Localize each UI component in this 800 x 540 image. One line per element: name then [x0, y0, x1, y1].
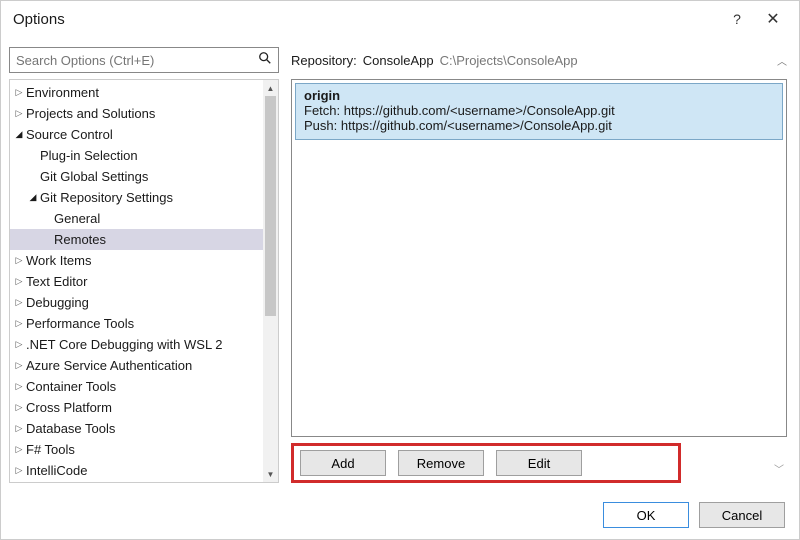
chevron-right-icon: ▷ [14, 397, 24, 418]
chevron-right-icon: ▷ [14, 439, 24, 460]
chevron-up-icon[interactable]: ︿ [777, 53, 787, 68]
scroll-up-icon[interactable]: ▲ [263, 80, 278, 96]
chevron-right-icon: ▷ [14, 82, 24, 103]
options-tree: ▷Environment ▷Projects and Solutions ◢So… [9, 79, 279, 483]
cancel-button[interactable]: Cancel [699, 502, 785, 528]
chevron-right-icon: ▷ [14, 334, 24, 355]
tree-scrollbar[interactable]: ▲ ▼ [263, 80, 278, 482]
remove-button[interactable]: Remove [398, 450, 484, 476]
tree-item-environment[interactable]: ▷Environment [10, 82, 263, 103]
chevron-down-icon: ◢ [28, 187, 38, 208]
tree-item-remotes[interactable]: Remotes [10, 229, 263, 250]
remote-push-url: https://github.com/<username>/ConsoleApp… [341, 118, 612, 133]
tree-item-git-global-settings[interactable]: Git Global Settings [10, 166, 263, 187]
remote-push-line: Push: https://github.com/<username>/Cons… [304, 118, 774, 133]
remote-fetch-line: Fetch: https://github.com/<username>/Con… [304, 103, 774, 118]
remote-item-origin[interactable]: origin Fetch: https://github.com/<userna… [295, 83, 783, 140]
chevron-down-icon: ◢ [14, 124, 24, 145]
tree-item-cross-platform[interactable]: ▷Cross Platform [10, 397, 263, 418]
chevron-right-icon: ▷ [14, 418, 24, 439]
tree-item-performance-tools[interactable]: ▷Performance Tools [10, 313, 263, 334]
tree-item-fsharp-tools[interactable]: ▷F# Tools [10, 439, 263, 460]
titlebar: Options ? ✕ [1, 1, 799, 37]
scroll-track[interactable] [263, 96, 278, 466]
repository-label: Repository: [291, 53, 357, 68]
chevron-right-icon: ▷ [14, 250, 24, 271]
tree-item-database-tools[interactable]: ▷Database Tools [10, 418, 263, 439]
dialog-footer: OK Cancel [1, 491, 799, 539]
ok-button[interactable]: OK [603, 502, 689, 528]
window-title: Options [13, 11, 719, 28]
tree-item-intellicode[interactable]: ▷IntelliCode [10, 460, 263, 481]
tree-item-general[interactable]: General [10, 208, 263, 229]
chevron-right-icon: ▷ [14, 376, 24, 397]
remote-fetch-url: https://github.com/<username>/ConsoleApp… [344, 103, 615, 118]
scroll-thumb[interactable] [265, 96, 276, 316]
repository-path: C:\Projects\ConsoleApp [440, 53, 578, 68]
search-input[interactable] [10, 50, 278, 71]
chevron-right-icon: ▷ [14, 271, 24, 292]
help-button[interactable]: ? [719, 11, 755, 27]
tree-item-source-control[interactable]: ◢Source Control [10, 124, 263, 145]
tree-item-projects-and-solutions[interactable]: ▷Projects and Solutions [10, 103, 263, 124]
repository-name: ConsoleApp [363, 53, 434, 68]
repository-header: Repository: ConsoleApp C:\Projects\Conso… [291, 47, 787, 73]
remote-name: origin [304, 88, 774, 103]
tree-item-net-core-wsl2[interactable]: ▷.NET Core Debugging with WSL 2 [10, 334, 263, 355]
remote-button-row: Add Remove Edit ﹀ [291, 443, 681, 483]
scroll-down-icon[interactable]: ▼ [263, 466, 278, 482]
chevron-right-icon: ▷ [14, 460, 24, 481]
right-pane: Repository: ConsoleApp C:\Projects\Conso… [291, 47, 787, 483]
add-button[interactable]: Add [300, 450, 386, 476]
search-box[interactable] [9, 47, 279, 73]
chevron-right-icon: ▷ [14, 313, 24, 334]
tree-item-debugging[interactable]: ▷Debugging [10, 292, 263, 313]
tree-item-container-tools[interactable]: ▷Container Tools [10, 376, 263, 397]
tree-item-azure-auth[interactable]: ▷Azure Service Authentication [10, 355, 263, 376]
chevron-right-icon: ▷ [14, 292, 24, 313]
tree-item-plugin-selection[interactable]: Plug-in Selection [10, 145, 263, 166]
tree-item-text-editor[interactable]: ▷Text Editor [10, 271, 263, 292]
tree-item-git-repository-settings[interactable]: ◢Git Repository Settings [10, 187, 263, 208]
options-dialog: Options ? ✕ ▷Environment ▷Projects and S… [0, 0, 800, 540]
chevron-down-icon[interactable]: ﹀ [774, 461, 784, 476]
tree-item-work-items[interactable]: ▷Work Items [10, 250, 263, 271]
left-pane: ▷Environment ▷Projects and Solutions ◢So… [9, 47, 279, 483]
chevron-right-icon: ▷ [14, 355, 24, 376]
chevron-right-icon: ▷ [14, 103, 24, 124]
close-button[interactable]: ✕ [755, 9, 791, 29]
edit-button[interactable]: Edit [496, 450, 582, 476]
remotes-list[interactable]: origin Fetch: https://github.com/<userna… [291, 79, 787, 437]
